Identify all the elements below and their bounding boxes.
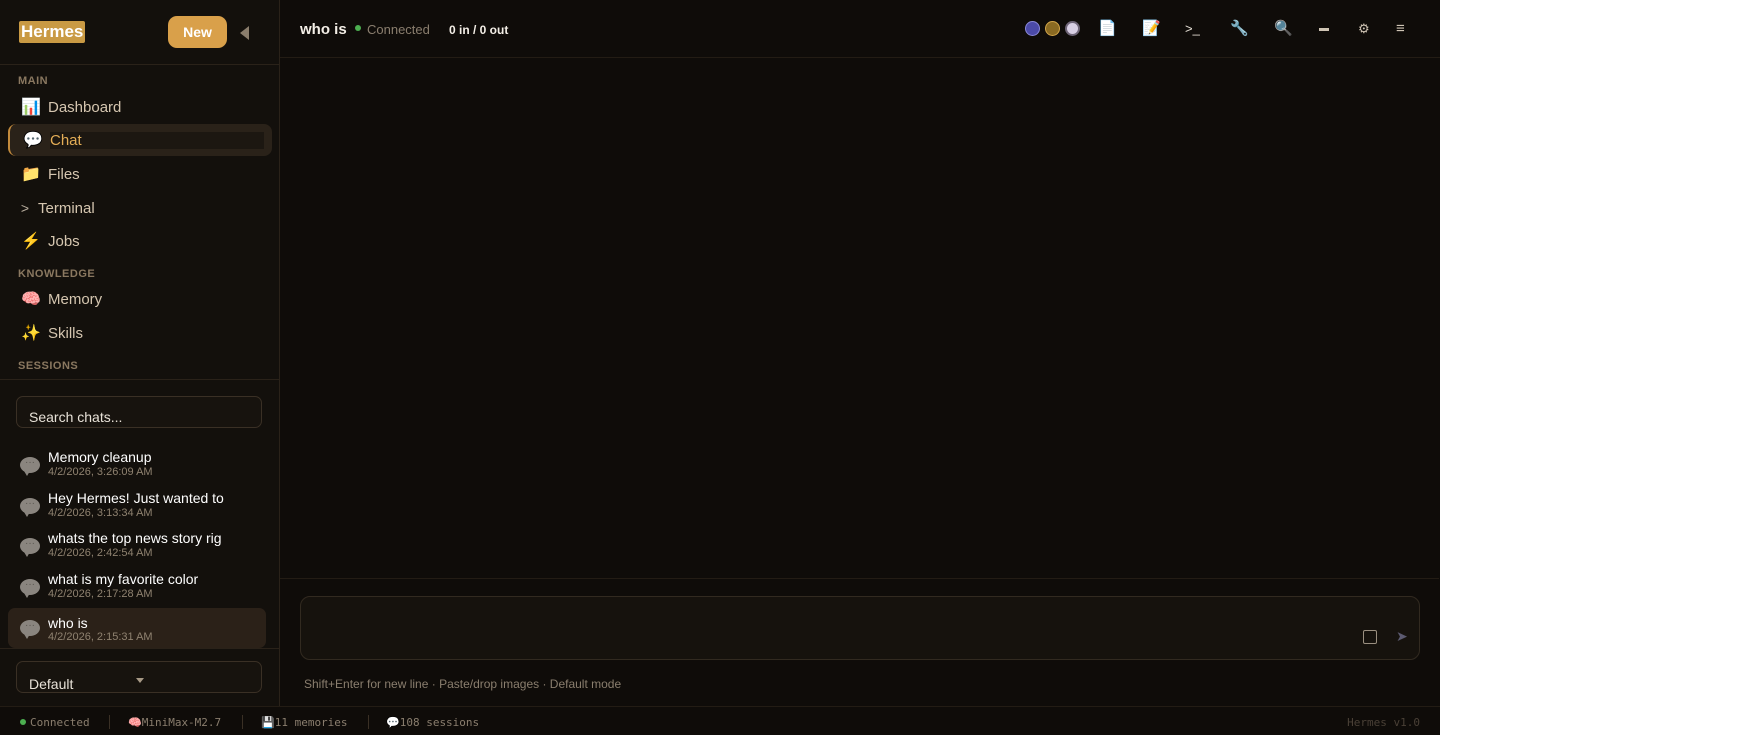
app-version: Hermes v1.0 [1347,716,1420,729]
file-icon[interactable]: 📄 [1098,18,1117,40]
chat-bubble-icon: ··· [20,498,40,517]
chat-bubble-icon: 💬 [23,132,43,149]
nav-item-memory[interactable]: 🧠 Memory [8,283,272,315]
status-bar: Connected 🧠MiniMax-M2.7 💾11 memories 💬10… [0,706,1440,735]
lightning-icon: ⚡ [21,233,41,250]
chat-header: who is Connected 0 in / 0 out 📄 📝 >_ 🔧 🔍… [280,0,1440,58]
session-item-active[interactable]: ··· who is 4/2/2026, 2:15:31 AM [8,608,266,648]
session-time: 4/2/2026, 2:17:28 AM [48,588,153,600]
divider [0,379,279,380]
blue-theme-icon[interactable] [1025,21,1040,36]
brain-icon: 🧠 [128,716,142,729]
nav-label: Chat [50,131,82,149]
chat-bubble-icon: ··· [20,457,40,476]
chat-bubble-icon: ··· [20,620,40,639]
memo-icon[interactable]: 📝 [1142,18,1161,40]
section-title-main: MAIN [18,75,49,87]
search-chats-input[interactable]: Search chats... [16,396,262,428]
menu-icon[interactable]: ≡ [1396,18,1405,40]
chat-messages-area [280,58,1439,578]
session-item[interactable]: ··· what is my favorite color 4/2/2026, … [8,569,266,607]
status-memories: 💾11 memories [261,716,348,729]
sidebar: Hermes New MAIN 📊 Dashboard 💬 Chat 📁 Fil… [0,0,280,706]
divider [0,648,279,649]
token-io-counter: 0 in / 0 out [449,23,509,37]
session-item[interactable]: ··· Hey Hermes! Just wanted to 4/2/2026,… [8,488,266,526]
session-item[interactable]: ··· whats the top news story rig 4/2/202… [8,528,266,566]
session-time: 4/2/2026, 2:42:54 AM [48,547,153,559]
session-title: whats the top news story rig [48,530,222,546]
connection-status-dot [355,25,361,31]
nav-label: Dashboard [48,98,122,116]
app-logo: Hermes [19,21,86,43]
chat-bubble-icon: ··· [20,579,40,598]
nav-label: Jobs [48,232,80,250]
chat-bubble-icon: 💬 [386,716,400,729]
composer-hint: Shift+Enter for new line · Paste/drop im… [304,677,622,691]
section-title-knowledge: KNOWLEDGE [18,268,96,280]
gear-icon[interactable]: ⚙ [1358,18,1370,40]
image-upload-icon[interactable] [1363,630,1377,644]
nav-item-skills[interactable]: ✨ Skills [8,317,272,349]
keyboard-icon[interactable]: ▬ [1319,18,1329,40]
chat-title: who is [300,21,347,38]
session-title: Memory cleanup [48,449,152,465]
gold-theme-icon[interactable] [1045,21,1060,36]
chat-bubble-icon: ··· [20,538,40,557]
session-time: 4/2/2026, 3:13:34 AM [48,507,153,519]
session-title: what is my favorite color [48,571,199,587]
nav-item-jobs[interactable]: ⚡ Jobs [8,225,272,257]
light-theme-icon[interactable] [1065,21,1080,36]
nav-label: Terminal [38,199,95,217]
brain-icon: 🧠 [21,291,41,308]
nav-item-chat[interactable]: 💬 Chat [8,124,272,156]
floppy-disk-icon: 💾 [261,716,275,729]
chart-icon: 📊 [21,99,41,116]
profile-select[interactable]: Default [16,661,262,693]
wrench-icon[interactable]: 🔧 [1230,18,1249,40]
session-time: 4/2/2026, 3:26:09 AM [48,466,153,478]
search-icon[interactable]: 🔍 [1274,18,1293,40]
collapse-sidebar-icon[interactable] [240,26,249,40]
nav-label: Skills [48,324,84,342]
nav-label: Memory [48,290,103,308]
status-sessions: 💬108 sessions [386,716,480,729]
prompt-icon: > [20,200,30,216]
session-time: 4/2/2026, 2:15:31 AM [48,631,153,643]
nav-item-files[interactable]: 📁 Files [8,158,272,190]
chevron-down-icon[interactable] [136,678,144,683]
send-icon[interactable]: ➤ [1396,628,1408,645]
session-item[interactable]: ··· Memory cleanup 4/2/2026, 3:26:09 AM [8,447,266,485]
status-connected: Connected [20,716,90,729]
message-input[interactable]: ➤ [300,596,1420,660]
folder-icon: 📁 [21,166,41,183]
status-dot [20,719,26,725]
app-window: Hermes New MAIN 📊 Dashboard 💬 Chat 📁 Fil… [0,0,1440,735]
session-title: who is [48,615,88,631]
nav-label: Files [48,165,80,183]
nav-item-dashboard[interactable]: 📊 Dashboard [8,91,272,123]
connection-status: Connected [367,22,430,37]
session-title: Hey Hermes! Just wanted to [48,490,224,506]
nav-item-terminal[interactable]: > Terminal [8,192,272,224]
new-chat-button[interactable]: New [168,16,227,48]
status-model: 🧠MiniMax-M2.7 [128,716,222,729]
section-title-sessions: SESSIONS [18,360,79,372]
sidebar-header: Hermes New [0,0,279,65]
composer-area: ➤ Shift+Enter for new line · Paste/drop … [280,578,1439,707]
terminal-icon[interactable]: >_ [1185,18,1200,40]
sparkles-icon: ✨ [21,325,41,342]
